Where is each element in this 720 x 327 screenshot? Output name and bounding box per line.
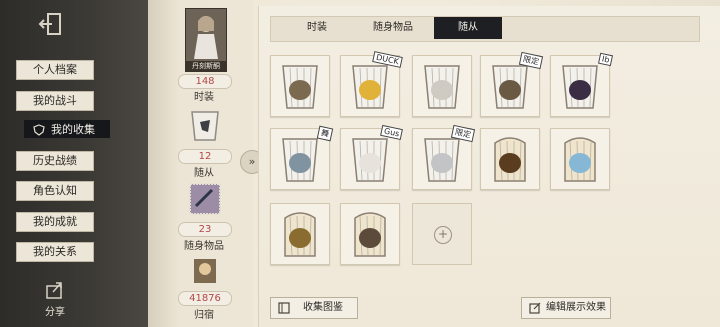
residence-label: 归宿 bbox=[194, 310, 214, 321]
screen: 个人档案 我的战斗 我的收集 历史战绩 角色认知 我的成就 我的关系 分享 丹刻… bbox=[0, 0, 720, 327]
edit-display-label: 编辑展示效果 bbox=[546, 302, 606, 313]
edit-display-button[interactable]: 编辑展示效果 bbox=[521, 297, 611, 319]
tab-followers[interactable]: 随从 bbox=[434, 17, 502, 39]
nav-item-relations[interactable]: 我的关系 bbox=[16, 242, 94, 262]
nav-item-label: 个人档案 bbox=[33, 63, 77, 76]
nav-item-label: 我的收集 bbox=[51, 123, 95, 136]
share-icon bbox=[46, 282, 62, 299]
double-chevron-right-icon: » bbox=[248, 155, 256, 168]
costume-count: 148 bbox=[178, 74, 232, 89]
costume-label: 时装 bbox=[194, 92, 214, 103]
share-button[interactable]: 分享 bbox=[40, 280, 70, 318]
projector-follower-icon bbox=[354, 212, 386, 257]
character-figure-icon bbox=[194, 16, 218, 59]
follower-card[interactable]: 舞 bbox=[270, 125, 334, 190]
gramophone-follower-icon bbox=[284, 212, 316, 257]
share-label: 分享 bbox=[45, 307, 65, 318]
nav-item-battles[interactable]: 我的战斗 bbox=[16, 91, 94, 111]
book-icon bbox=[278, 302, 290, 314]
nav-item-collection[interactable]: 我的收集 bbox=[24, 120, 110, 138]
nav-item-history[interactable]: 历史战绩 bbox=[16, 151, 94, 171]
follower-card[interactable]: DUCK bbox=[340, 51, 403, 117]
character-portrait[interactable]: 丹刻斯酮 bbox=[185, 8, 227, 72]
follower-card[interactable]: 限定 bbox=[412, 124, 476, 190]
nav-item-label: 角色认知 bbox=[33, 184, 77, 197]
add-follower-slot[interactable]: + bbox=[412, 203, 472, 265]
edit-icon bbox=[529, 302, 541, 314]
accessory-stamp-icon[interactable] bbox=[186, 182, 224, 216]
follower-card[interactable]: Gus bbox=[340, 124, 403, 190]
follower-card[interactable] bbox=[270, 55, 330, 117]
follower-badge: 舞 bbox=[316, 125, 334, 142]
crow-doll-follower-icon bbox=[562, 65, 598, 109]
collection-book-label: 收集图鉴 bbox=[303, 302, 343, 313]
follower-card[interactable] bbox=[340, 203, 400, 265]
exit-door-icon[interactable] bbox=[38, 12, 68, 36]
nav-item-achievements[interactable]: 我的成就 bbox=[16, 212, 94, 232]
follower-card[interactable] bbox=[550, 128, 610, 190]
follower-card[interactable] bbox=[412, 55, 472, 117]
follower-card[interactable]: 限定 bbox=[480, 51, 544, 117]
nav-item-label: 我的战斗 bbox=[33, 94, 77, 107]
follower-card[interactable] bbox=[480, 128, 540, 190]
owl-follower-icon bbox=[282, 65, 318, 109]
butterfly-follower-icon bbox=[564, 137, 596, 182]
cat-follower-icon bbox=[424, 138, 460, 182]
portrait-name: 丹刻斯酮 bbox=[186, 61, 226, 71]
shield-icon bbox=[33, 124, 45, 136]
follower-card[interactable]: Ib bbox=[550, 52, 613, 117]
tab-accessories[interactable]: 随身物品 bbox=[358, 17, 428, 39]
residence-icon[interactable] bbox=[186, 255, 224, 289]
duck-follower-icon bbox=[352, 65, 388, 109]
plus-icon: + bbox=[434, 226, 452, 244]
nav-item-profile[interactable]: 个人档案 bbox=[16, 60, 94, 80]
skull-follower-icon bbox=[352, 138, 388, 182]
follower-card[interactable] bbox=[270, 203, 330, 265]
rhino-follower-icon bbox=[282, 138, 318, 182]
nav-item-label: 历史战绩 bbox=[33, 154, 77, 167]
follower-count: 12 bbox=[178, 149, 232, 164]
bell-follower-icon bbox=[494, 137, 526, 182]
follower-cage-icon[interactable] bbox=[186, 108, 224, 142]
nav-item-roles[interactable]: 角色认知 bbox=[16, 181, 94, 201]
collection-book-button[interactable]: 收集图鉴 bbox=[270, 297, 358, 319]
monkey-follower-icon bbox=[492, 65, 528, 109]
accessory-label: 随身物品 bbox=[184, 241, 224, 252]
tab-costume[interactable]: 时装 bbox=[292, 17, 342, 39]
follower-label: 随从 bbox=[194, 168, 214, 179]
nav-item-label: 我的关系 bbox=[33, 245, 77, 258]
zebra-follower-icon bbox=[424, 65, 460, 109]
nav-item-label: 我的成就 bbox=[33, 215, 77, 228]
residence-count: 41876 bbox=[178, 291, 232, 306]
accessory-count: 23 bbox=[178, 222, 232, 237]
